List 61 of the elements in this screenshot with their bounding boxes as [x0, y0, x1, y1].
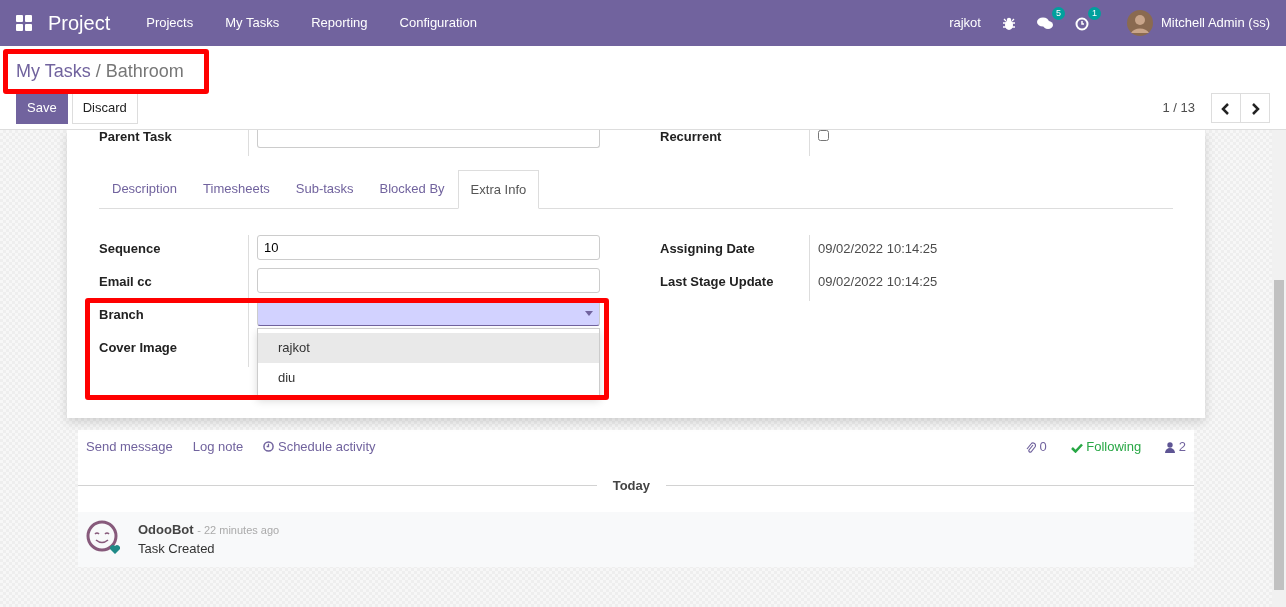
scrollbar[interactable] [1272, 130, 1286, 607]
field-label: Branch [99, 300, 249, 334]
chatter-action[interactable]: Schedule activity [263, 437, 376, 457]
chevron-left-icon [1221, 102, 1231, 115]
breadcrumb-current: Bathroom [105, 61, 184, 81]
message-count-badge: 5 [1051, 7, 1065, 21]
field-label: Recurrent [660, 130, 810, 156]
message-author: OdooBot [138, 521, 194, 537]
followers-button[interactable]: 2 [1165, 437, 1186, 457]
discard-button[interactable]: Discard [71, 92, 138, 124]
parent-task-field[interactable] [257, 130, 600, 148]
field-label: Sequence [99, 234, 249, 268]
clock-icon [263, 441, 275, 453]
menu-item[interactable]: Configuration [383, 13, 493, 33]
chatter-action[interactable]: Log note [192, 437, 244, 457]
save-button[interactable]: Save [16, 92, 68, 124]
menu-item[interactable]: Reporting [295, 13, 384, 33]
dropdown-option[interactable]: diu [258, 362, 599, 392]
company-switcher[interactable]: rajkot [949, 13, 981, 33]
breadcrumb-link[interactable]: My Tasks [16, 61, 91, 81]
activity-count-badge: 1 [1087, 7, 1101, 21]
bug-icon[interactable] [1002, 16, 1015, 30]
user-menu[interactable]: Mitchell Admin (ss) [1160, 13, 1270, 33]
dropdown-caret-icon [585, 310, 593, 316]
dropdown-option[interactable]: rajkot [258, 333, 599, 363]
clock-icon[interactable] [1074, 16, 1089, 31]
text-field[interactable]: 10 [257, 234, 600, 260]
follow-button[interactable]: Following [1070, 437, 1142, 457]
chat-icon[interactable] [1036, 17, 1053, 31]
pager-counter: 1 / 13 [1162, 99, 1195, 117]
tab[interactable]: Sub-tasks [282, 170, 367, 208]
recurrent-checkbox[interactable] [818, 130, 829, 141]
breadcrumb-separator: / [95, 61, 101, 81]
person-icon [1165, 442, 1176, 454]
bot-avatar-icon [86, 519, 122, 556]
field-label: Assigning Date [660, 234, 810, 268]
message-body: Task Created [138, 540, 216, 558]
menu-item[interactable]: My Tasks [209, 13, 296, 33]
check-icon [1070, 442, 1083, 453]
apps-menu-icon[interactable] [16, 15, 32, 31]
attachments-button[interactable]: 0 [1025, 437, 1047, 457]
field-label: Parent Task [99, 130, 249, 156]
previous-button[interactable] [1211, 92, 1241, 123]
next-button[interactable] [1240, 92, 1270, 123]
menu-item[interactable]: Projects [130, 13, 210, 33]
field-label: Email cc [99, 267, 249, 301]
tab[interactable]: Timesheets [190, 170, 283, 208]
app-name[interactable]: Project [48, 8, 111, 38]
message-time: - 22 minutes ago [197, 523, 280, 536]
field-label: Cover Image [99, 333, 249, 367]
field-value: 09/02/2022 10:14:25 [817, 272, 939, 291]
chevron-right-icon [1250, 102, 1260, 115]
field-label: Last Stage Update [660, 267, 810, 301]
tab[interactable]: Extra Info [457, 170, 540, 209]
date-separator: Today [611, 477, 651, 495]
tab[interactable]: Description [99, 170, 191, 208]
field-value: 09/02/2022 10:14:25 [817, 239, 939, 258]
text-field[interactable] [257, 267, 600, 293]
tab[interactable]: Blocked By [366, 170, 458, 208]
chatter-action[interactable]: Send message [86, 437, 173, 457]
paperclip-icon [1025, 441, 1036, 454]
